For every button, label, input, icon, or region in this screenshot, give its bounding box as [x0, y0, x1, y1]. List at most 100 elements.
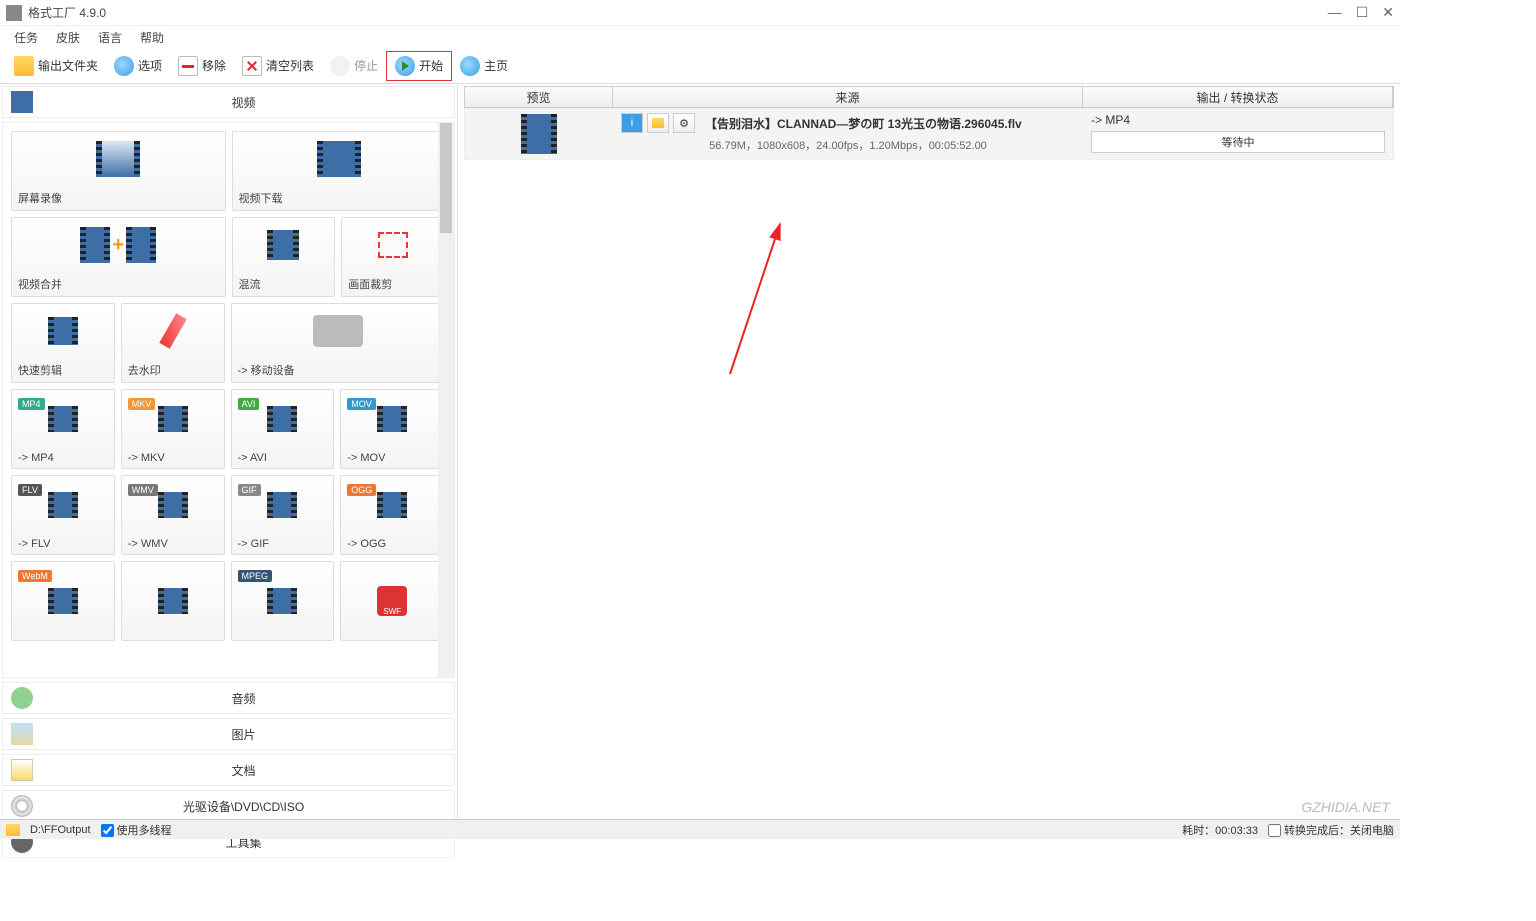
task-info-button[interactable]: i [621, 113, 643, 133]
clear-list-button[interactable]: 清空列表 [234, 52, 322, 80]
options-icon [114, 56, 134, 76]
menu-task[interactable]: 任务 [6, 29, 46, 46]
tile-to-gif[interactable]: GIF-> GIF [231, 475, 335, 555]
eraser-icon [159, 313, 186, 348]
tile-to-mkv[interactable]: MKV-> MKV [121, 389, 225, 469]
menu-help[interactable]: 帮助 [132, 29, 172, 46]
elapsed-label: 耗时：00:03:33 [1182, 822, 1258, 838]
tile-screen-record[interactable]: 屏幕录像 [11, 131, 226, 211]
right-panel: 预览 来源 输出 / 转换状态 i ⚙ 【告别泪水】CLANNAD—梦の町 13… [458, 84, 1400, 819]
category-image[interactable]: 图片 [2, 718, 455, 750]
shutdown-after-checkbox[interactable]: 转换完成后：关闭电脑 [1268, 822, 1394, 838]
annotation-arrow [720, 214, 840, 397]
tile-video-merge[interactable]: +视频合并 [11, 217, 226, 297]
tile-video-download[interactable]: 视频下载 [232, 131, 447, 211]
minimize-button[interactable]: — [1328, 4, 1342, 21]
film-icon [126, 227, 156, 263]
options-button[interactable]: 选项 [106, 52, 170, 80]
app-icon [6, 5, 22, 21]
folder-icon [14, 56, 34, 76]
tile-mux[interactable]: 混流 [232, 217, 336, 297]
content: 视频 屏幕录像 视频下载 +视频合并 混流 画面裁剪 快速剪辑 去水印 -> 移… [0, 84, 1400, 819]
film-webm-icon [48, 588, 78, 614]
stop-button[interactable]: 停止 [322, 52, 386, 80]
scrollbar-thumb[interactable] [440, 123, 452, 233]
tile-to-avi[interactable]: AVI-> AVI [231, 389, 335, 469]
start-button[interactable]: 开始 [386, 51, 452, 81]
remove-icon [178, 56, 198, 76]
film-mp4-icon [48, 406, 78, 432]
output-folder-button[interactable]: 输出文件夹 [6, 52, 106, 80]
task-filename: 【告别泪水】CLANNAD—梦の町 13光玉の物语.296045.flv [705, 115, 1022, 132]
statusbar: D:\FFOutput 使用多线程 耗时：00:03:33 转换完成后：关闭电脑 [0, 819, 1400, 839]
film-flv-icon [48, 492, 78, 518]
toolbar: 输出文件夹 选项 移除 清空列表 停止 开始 主页 [0, 48, 1400, 84]
film-download-icon [317, 141, 361, 177]
video-icon [11, 91, 33, 113]
mux-icon [267, 230, 299, 260]
audio-icon [11, 687, 33, 709]
maximize-button[interactable]: ☐ [1356, 4, 1369, 21]
tile-to-mobile[interactable]: -> 移动设备 [231, 303, 446, 383]
image-icon [11, 723, 33, 745]
home-icon [460, 56, 480, 76]
tile-to-3gp[interactable] [121, 561, 225, 641]
camcorder-icon [96, 141, 140, 177]
scissors-film-icon [48, 317, 78, 345]
tile-to-swf[interactable]: SWF [340, 561, 444, 641]
multithread-checkbox[interactable]: 使用多线程 [101, 822, 172, 838]
home-button[interactable]: 主页 [452, 52, 516, 80]
tile-remove-watermark[interactable]: 去水印 [121, 303, 225, 383]
titlebar: 格式工厂 4.9.0 — ☐ ✕ [0, 0, 1400, 26]
remove-button[interactable]: 移除 [170, 52, 234, 80]
video-tiles: 屏幕录像 视频下载 +视频合并 混流 画面裁剪 快速剪辑 去水印 -> 移动设备… [3, 123, 454, 649]
column-source[interactable]: 来源 [613, 87, 1083, 107]
window-controls: — ☐ ✕ [1328, 4, 1394, 21]
tile-crop[interactable]: 画面裁剪 [341, 217, 445, 297]
tile-to-mov[interactable]: MOV-> MOV [340, 389, 444, 469]
menu-skin[interactable]: 皮肤 [48, 29, 88, 46]
start-icon [395, 56, 415, 76]
watermark-text: GZHIDIA.NET [1301, 799, 1390, 815]
task-settings-button[interactable]: ⚙ [673, 113, 695, 133]
elapsed-time: 00:03:33 [1215, 825, 1258, 837]
column-output[interactable]: 输出 / 转换状态 [1083, 87, 1393, 107]
tile-to-webm[interactable]: WebM [11, 561, 115, 641]
tile-to-wmv[interactable]: WMV-> WMV [121, 475, 225, 555]
film-icon [80, 227, 110, 263]
crop-icon [378, 232, 408, 258]
film-avi-icon [267, 406, 297, 432]
swf-icon: SWF [377, 586, 407, 616]
category-video[interactable]: 视频 [2, 86, 455, 118]
menubar: 任务 皮肤 语言 帮助 [0, 26, 1400, 48]
close-button[interactable]: ✕ [1382, 4, 1394, 21]
folder-icon [652, 118, 664, 128]
film-mkv-icon [158, 406, 188, 432]
tile-to-mp4[interactable]: MP4-> MP4 [11, 389, 115, 469]
category-document[interactable]: 文档 [2, 754, 455, 786]
output-path[interactable]: D:\FFOutput [30, 824, 91, 836]
tile-to-ogg[interactable]: OGG-> OGG [340, 475, 444, 555]
tile-to-mpeg[interactable]: MPEG [231, 561, 335, 641]
folder-icon [6, 824, 20, 836]
document-icon [11, 759, 33, 781]
task-open-folder-button[interactable] [647, 113, 669, 133]
clear-icon [242, 56, 262, 76]
task-output-format: -> MP4 [1091, 113, 1385, 127]
menu-language[interactable]: 语言 [90, 29, 130, 46]
grid-scrollbar[interactable] [438, 123, 454, 677]
column-preview[interactable]: 预览 [465, 87, 613, 107]
app-title: 格式工厂 4.9.0 [28, 4, 106, 21]
film-ogg-icon [377, 492, 407, 518]
tile-quick-cut[interactable]: 快速剪辑 [11, 303, 115, 383]
video-tiles-scroll[interactable]: 屏幕录像 视频下载 +视频合并 混流 画面裁剪 快速剪辑 去水印 -> 移动设备… [2, 122, 455, 678]
task-source: i ⚙ 【告别泪水】CLANNAD—梦の町 13光玉の物语.296045.flv… [613, 109, 1083, 159]
disc-icon [11, 795, 33, 817]
task-row[interactable]: i ⚙ 【告别泪水】CLANNAD—梦の町 13光玉の物语.296045.flv… [464, 108, 1394, 160]
task-list-header: 预览 来源 输出 / 转换状态 [464, 86, 1394, 108]
film-mov-icon [377, 406, 407, 432]
category-audio[interactable]: 音频 [2, 682, 455, 714]
tile-to-flv[interactable]: FLV-> FLV [11, 475, 115, 555]
category-disc[interactable]: 光驱设备\DVD\CD\ISO [2, 790, 455, 822]
task-output: -> MP4 等待中 [1083, 109, 1393, 159]
